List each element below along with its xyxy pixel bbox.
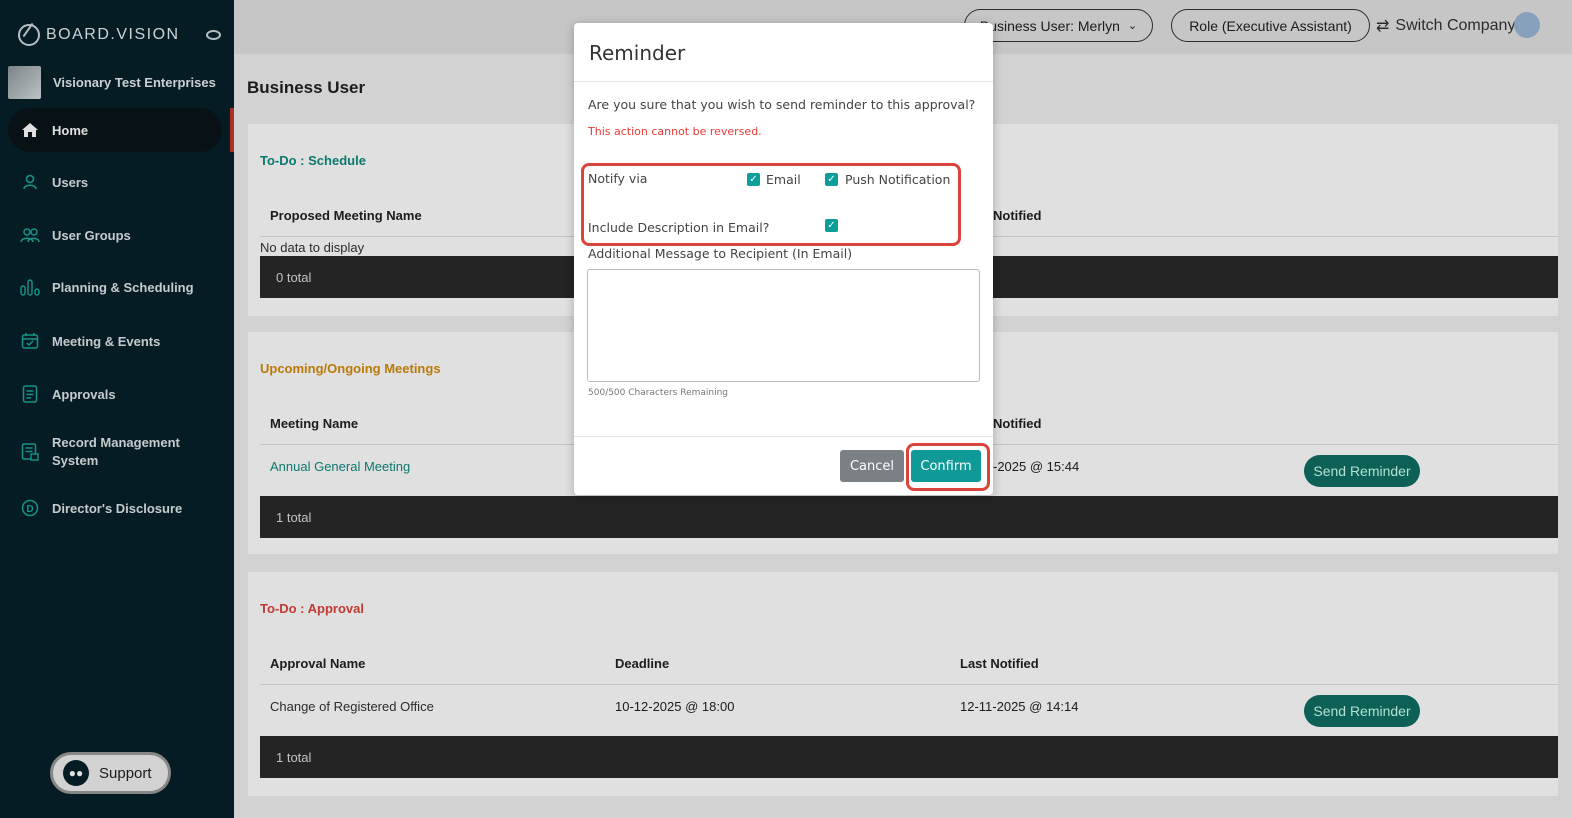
divider bbox=[574, 81, 993, 82]
modal-title: Reminder bbox=[589, 41, 686, 65]
notify-via-label: Notify via bbox=[588, 171, 648, 186]
cancel-button[interactable]: Cancel bbox=[840, 450, 904, 482]
additional-message-textarea[interactable] bbox=[587, 269, 980, 382]
confirm-question: Are you sure that you wish to send remin… bbox=[588, 97, 976, 112]
divider bbox=[574, 436, 993, 437]
include-description-label: Include Description in Email? bbox=[588, 220, 770, 235]
push-label: Push Notification bbox=[845, 172, 951, 187]
reminder-modal: Reminder Are you sure that you wish to s… bbox=[574, 23, 993, 495]
warning-text: This action cannot be reversed. bbox=[588, 125, 762, 138]
additional-message-label: Additional Message to Recipient (In Emai… bbox=[588, 246, 853, 261]
push-checkbox[interactable]: ✓ bbox=[825, 173, 838, 186]
confirm-button[interactable]: Confirm bbox=[911, 450, 981, 482]
include-description-checkbox[interactable]: ✓ bbox=[825, 219, 838, 232]
email-label: Email bbox=[766, 172, 801, 187]
email-checkbox[interactable]: ✓ bbox=[747, 173, 760, 186]
char-count: 500/500 Characters Remaining bbox=[588, 388, 729, 398]
